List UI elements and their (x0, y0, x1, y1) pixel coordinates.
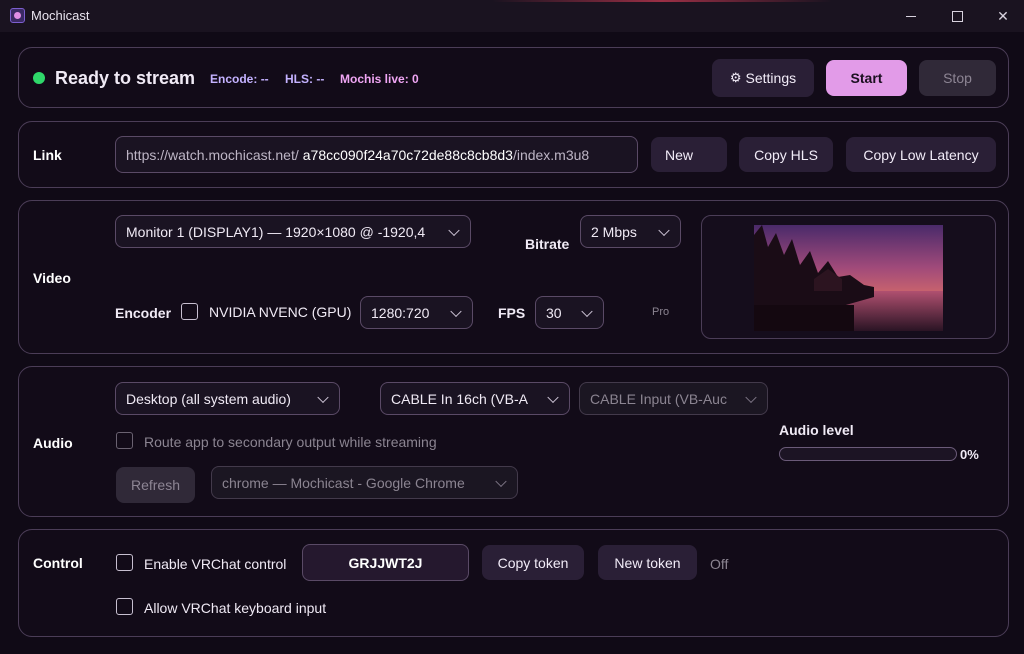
pro-label: Pro (652, 306, 670, 318)
chevron-down-icon (495, 475, 507, 487)
monitor-select-value: Monitor 1 (DISPLAY1) — 1920×1080 @ -1920… (126, 223, 426, 240)
allow-keyboard-input-checkbox[interactable] (116, 598, 133, 615)
encode-label: Encode: -- (210, 72, 269, 86)
fps-label: FPS (498, 305, 526, 321)
audio-source-select-value: Desktop (all system audio) (126, 390, 291, 407)
mochicast-logo-icon (10, 8, 25, 23)
url-prefix: https://watch.mochicast.net/ (126, 146, 299, 163)
close-button[interactable]: ✕ (980, 0, 1024, 32)
resolution-select[interactable]: 1280:720 (360, 296, 473, 329)
audio-source-select[interactable]: Desktop (all system audio) (115, 382, 340, 415)
audio-level-meter (779, 447, 957, 461)
link-section-label: Link (33, 147, 62, 163)
audio-level-label: Audio level (779, 422, 854, 438)
control-status-text: Off (710, 556, 729, 572)
gear-icon: ⚙ (729, 70, 742, 85)
title-accent-strip (492, 0, 832, 2)
route-app-checkbox[interactable] (116, 432, 133, 449)
enable-vrchat-control-label: Enable VRChat control (144, 556, 287, 572)
url-stream-id: a78cc090f24a70c72de88c8cb8d3 (302, 146, 513, 163)
encoder-checkbox[interactable] (181, 303, 198, 320)
monitor-select[interactable]: Monitor 1 (DISPLAY1) — 1920×1080 @ -1920… (115, 215, 471, 248)
mochis-live-label: Mochis live: 0 (340, 72, 419, 86)
video-section-label: Video (33, 270, 71, 286)
encoder-label: Encoder (115, 305, 172, 321)
new-token-button[interactable]: New token (598, 545, 697, 580)
chevron-down-icon (547, 391, 559, 403)
copy-token-button[interactable]: Copy token (482, 545, 584, 580)
bitrate-select-value: 2 Mbps (591, 223, 637, 240)
preview-frame (701, 215, 996, 339)
token-display: GRJJWT2J (302, 544, 469, 581)
stream-url-field[interactable]: https://watch.mochicast.net/ a78cc090f24… (115, 136, 638, 173)
control-panel: Control Enable VRChat control GRJJWT2J C… (18, 529, 1009, 637)
app-select-value: chrome — Mochicast - Google Chrome (222, 474, 465, 491)
bitrate-label: Bitrate (525, 236, 570, 252)
video-preview-image (754, 225, 943, 331)
video-panel: Video Monitor 1 (DISPLAY1) — 1920×1080 @… (18, 200, 1009, 354)
minimize-icon (906, 15, 916, 17)
copy-low-latency-button[interactable]: Copy Low Latency (846, 137, 996, 172)
status-text: Ready to stream (55, 68, 196, 88)
chevron-down-icon (581, 305, 593, 317)
url-suffix: /index.m3u8 (512, 146, 590, 163)
chevron-down-icon (448, 224, 460, 236)
close-icon: ✕ (997, 7, 1009, 24)
chevron-down-icon (745, 391, 757, 403)
audio-output-device-value: CABLE In 16ch (VB-A (391, 390, 528, 407)
stop-button[interactable]: Stop (919, 60, 996, 96)
minimize-button[interactable] (888, 0, 934, 32)
route-app-label: Route app to secondary output while stre… (144, 434, 437, 450)
audio-level-value: 0% (960, 447, 979, 462)
refresh-button[interactable]: Refresh (116, 467, 195, 503)
audio-section-label: Audio (33, 435, 73, 451)
status-panel: Ready to stream Encode: -- HLS: -- Mochi… (18, 47, 1009, 108)
chevron-down-icon (658, 224, 670, 236)
audio-panel: Audio Desktop (all system audio) CABLE I… (18, 366, 1009, 517)
token-value: GRJJWT2J (348, 554, 423, 571)
app-select[interactable]: chrome — Mochicast - Google Chrome (211, 466, 518, 499)
fps-select[interactable]: 30 (535, 296, 604, 329)
title-bar: Mochicast ✕ (0, 0, 1024, 32)
copy-hls-button[interactable]: Copy HLS (739, 137, 833, 172)
new-link-button[interactable]: New (651, 137, 727, 172)
window-title: Mochicast (31, 8, 90, 23)
settings-label: Settings (745, 70, 797, 86)
bitrate-select[interactable]: 2 Mbps (580, 215, 681, 248)
resolution-select-value: 1280:720 (371, 304, 430, 321)
audio-input-device-select[interactable]: CABLE Input (VB-Auc (579, 382, 768, 415)
hls-label: HLS: -- (285, 72, 325, 86)
settings-button[interactable]: ⚙ Settings (712, 59, 814, 97)
control-section-label: Control (33, 555, 83, 571)
fps-select-value: 30 (546, 304, 562, 321)
link-panel: Link https://watch.mochicast.net/ a78cc0… (18, 121, 1009, 188)
chevron-down-icon (450, 305, 462, 317)
audio-output-device-select[interactable]: CABLE In 16ch (VB-A (380, 382, 570, 415)
audio-input-device-value: CABLE Input (VB-Auc (590, 390, 727, 407)
encoder-name: NVIDIA NVENC (GPU) (209, 304, 352, 320)
status-dot-icon (33, 72, 45, 84)
start-button[interactable]: Start (826, 60, 907, 96)
maximize-button[interactable] (934, 0, 980, 32)
allow-keyboard-input-label: Allow VRChat keyboard input (144, 600, 327, 616)
chevron-down-icon (317, 391, 329, 403)
enable-vrchat-control-checkbox[interactable] (116, 554, 133, 571)
maximize-icon (951, 10, 963, 22)
